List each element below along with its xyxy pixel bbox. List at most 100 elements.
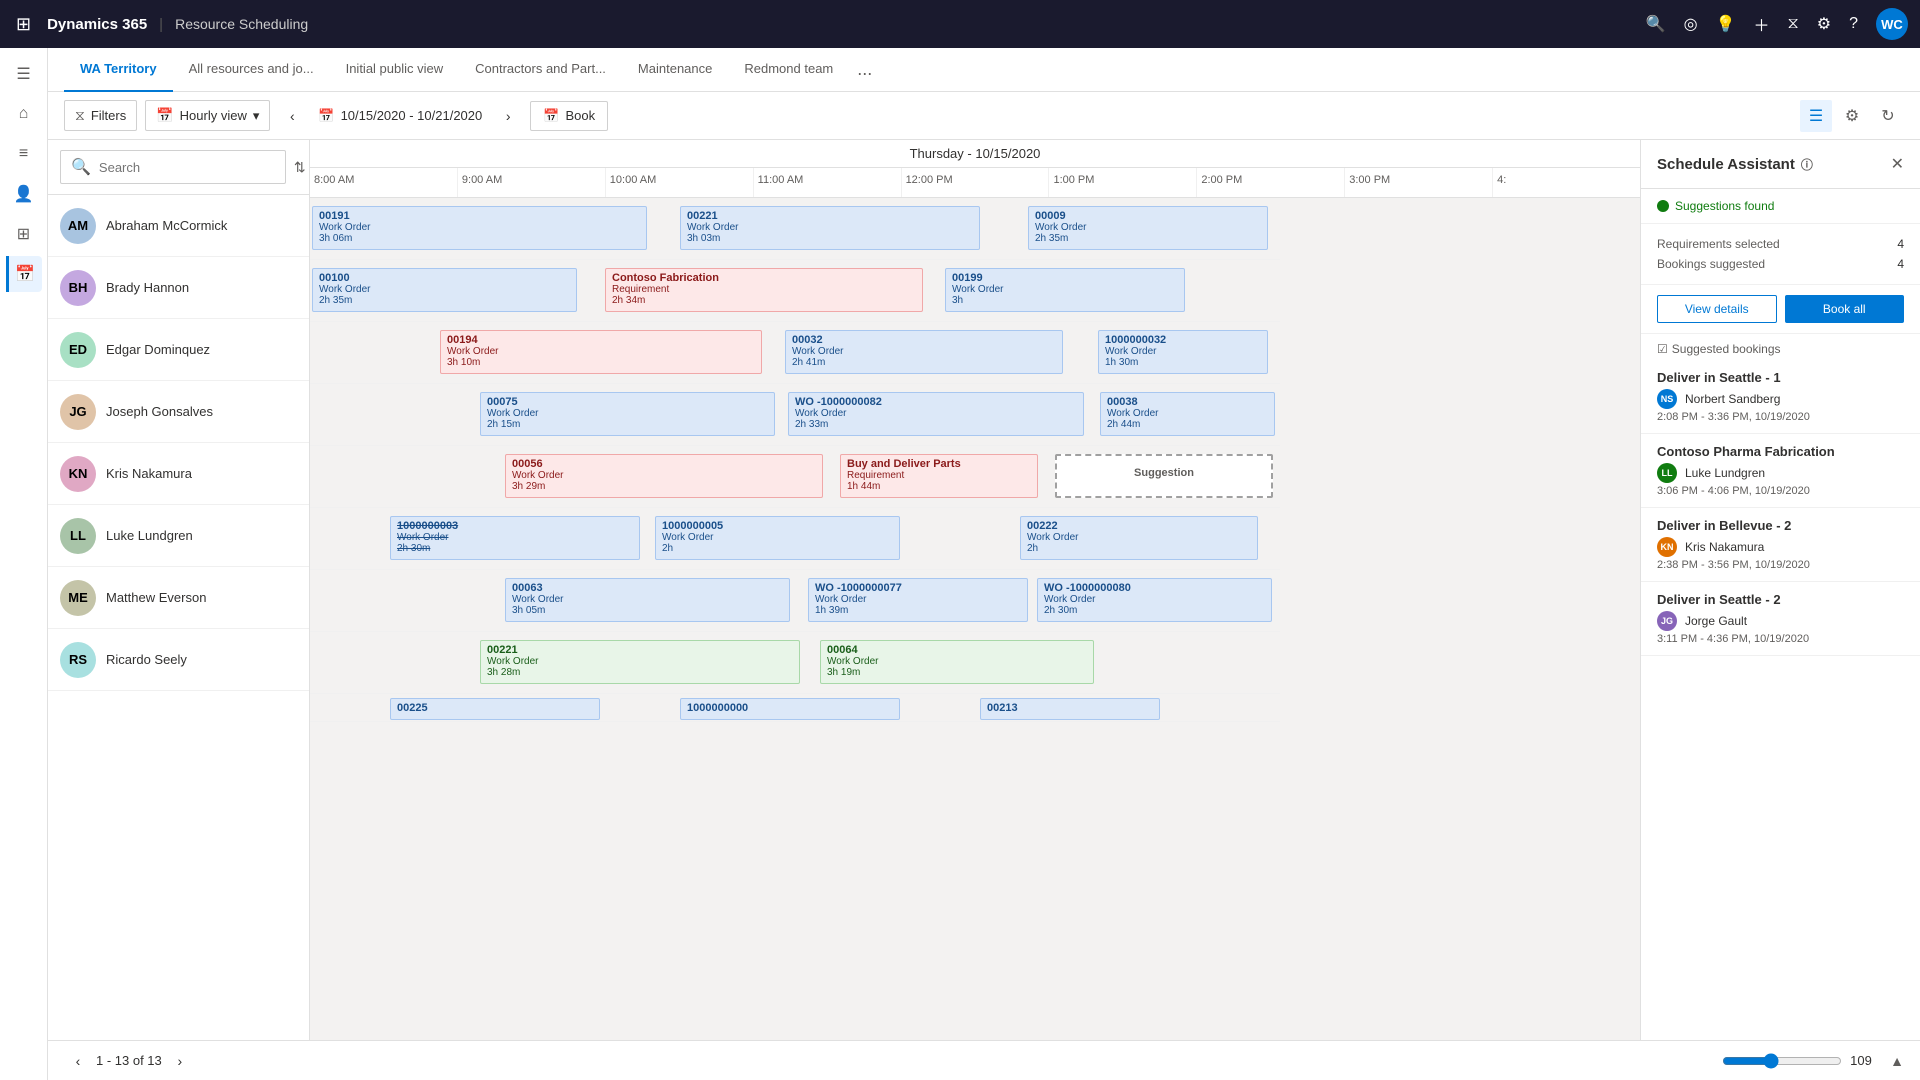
booking-block[interactable]: 1000000032 Work Order 1h 30m xyxy=(1098,330,1268,374)
resource-name: Brady Hannon xyxy=(106,280,189,295)
hour-cell-8: 8:00 AM xyxy=(310,168,458,197)
list-view-button[interactable]: ☰ xyxy=(1800,100,1832,132)
settings-icon[interactable]: ⚙ xyxy=(1817,14,1831,34)
next-page-button[interactable]: › xyxy=(166,1047,194,1075)
hour-cell-12: 12:00 PM xyxy=(902,168,1050,197)
booking-block[interactable]: 00100 Work Order 2h 35m xyxy=(312,268,577,312)
user-avatar[interactable]: WC xyxy=(1876,8,1908,40)
booking-block[interactable]: 00221 Work Order 3h 28m xyxy=(480,640,800,684)
booking-block[interactable]: 00063 Work Order 3h 05m xyxy=(505,578,790,622)
filters-button[interactable]: ⧖ Filters xyxy=(64,100,137,131)
booking-block[interactable]: 1000000000 xyxy=(680,698,900,720)
booking-block[interactable]: WO -1000000077 Work Order 1h 39m xyxy=(808,578,1028,622)
timeline-row: 00100 Work Order 2h 35m Contoso Fabricat… xyxy=(310,260,1280,322)
sort-icon[interactable]: ⇅ xyxy=(294,159,306,176)
sidebar-board-icon[interactable]: ⊞ xyxy=(6,216,42,252)
tab-maintenance[interactable]: Maintenance xyxy=(622,48,728,92)
avatar: RS xyxy=(60,642,96,678)
settings-view-button[interactable]: ⚙ xyxy=(1836,100,1868,132)
timeline-row: 00075 Work Order 2h 15m WO -1000000082 W… xyxy=(310,384,1280,446)
resource-name: Abraham McCormick xyxy=(106,218,227,233)
close-button[interactable]: ✕ xyxy=(1891,154,1904,174)
add-icon[interactable]: ＋ xyxy=(1754,12,1770,36)
suggestion-item[interactable]: Deliver in Seattle - 2 JG Jorge Gault 3:… xyxy=(1641,582,1920,656)
sidebar-calendar-icon[interactable]: 📅 xyxy=(6,256,42,292)
resource-name: Matthew Everson xyxy=(106,590,206,605)
suggestion-item[interactable]: Deliver in Bellevue - 2 KN Kris Nakamura… xyxy=(1641,508,1920,582)
book-button[interactable]: 📅 Book xyxy=(530,101,608,131)
booking-id: 1000000003 xyxy=(397,520,633,532)
sidebar-menu-icon[interactable]: ☰ xyxy=(6,56,42,92)
booking-block[interactable]: 00038 Work Order 2h 44m xyxy=(1100,392,1275,436)
search-icon[interactable]: 🔍 xyxy=(1646,14,1666,34)
list-item[interactable]: LL Luke Lundgren xyxy=(48,505,309,567)
tab-redmond[interactable]: Redmond team xyxy=(728,48,849,92)
list-item[interactable]: JG Joseph Gonsalves xyxy=(48,381,309,443)
help-icon[interactable]: ? xyxy=(1849,15,1858,33)
tab-initial-public[interactable]: Initial public view xyxy=(330,48,460,92)
sidebar-list-icon[interactable]: ≡ xyxy=(6,136,42,172)
brand-name: Dynamics 365 xyxy=(47,16,147,33)
timeline-body[interactable]: 00191 Work Order 3h 06m 00221 Work Order… xyxy=(310,198,1640,1040)
booking-block[interactable]: 00064 Work Order 3h 19m xyxy=(820,640,1094,684)
tab-more[interactable]: ... xyxy=(849,59,880,80)
metric-book-value: 4 xyxy=(1897,257,1904,271)
booking-block[interactable]: WO -1000000080 Work Order 2h 30m xyxy=(1037,578,1272,622)
search-input[interactable] xyxy=(99,160,275,175)
list-item[interactable]: RS Ricardo Seely xyxy=(48,629,309,691)
booking-block[interactable]: 00075 Work Order 2h 15m xyxy=(480,392,775,436)
next-date-button[interactable]: › xyxy=(494,102,522,130)
booking-block[interactable]: 00222 Work Order 2h xyxy=(1020,516,1258,560)
booking-block[interactable]: 00194 Work Order 3h 10m xyxy=(440,330,762,374)
booking-block[interactable]: WO -1000000082 Work Order 2h 33m xyxy=(788,392,1084,436)
tab-contractors[interactable]: Contractors and Part... xyxy=(459,48,622,92)
booking-block[interactable]: 00056 Work Order 3h 29m xyxy=(505,454,823,498)
list-item[interactable]: BH Brady Hannon xyxy=(48,257,309,319)
schedule-assistant-panel: Schedule Assistant ⓘ ✕ ✓ Suggestions fou… xyxy=(1640,140,1920,1040)
waffle-icon[interactable]: ⊞ xyxy=(12,10,35,39)
list-item[interactable]: ME Matthew Everson xyxy=(48,567,309,629)
expand-icon[interactable]: ▲ xyxy=(1890,1053,1904,1069)
book-all-button[interactable]: Book all xyxy=(1785,295,1905,323)
filters-label: Filters xyxy=(91,108,126,123)
suggestion-person: JG Jorge Gault xyxy=(1657,611,1904,631)
suggestion-item[interactable]: Contoso Pharma Fabrication LL Luke Lundg… xyxy=(1641,434,1920,508)
prev-page-button[interactable]: ‹ xyxy=(64,1047,92,1075)
prev-date-button[interactable]: ‹ xyxy=(278,102,306,130)
tab-wa-territory[interactable]: WA Territory xyxy=(64,48,173,92)
target-icon[interactable]: ◎ xyxy=(1684,14,1698,34)
booking-block[interactable]: 00032 Work Order 2h 41m xyxy=(785,330,1063,374)
booking-block[interactable]: 00199 Work Order 3h xyxy=(945,268,1185,312)
suggestion-block[interactable]: Suggestion xyxy=(1055,454,1273,498)
list-item[interactable]: AM Abraham McCormick xyxy=(48,195,309,257)
view-details-button[interactable]: View details xyxy=(1657,295,1777,323)
zoom-slider[interactable] xyxy=(1722,1053,1842,1069)
calendar-range-icon: 📅 xyxy=(318,108,334,124)
refresh-button[interactable]: ↻ xyxy=(1872,100,1904,132)
booking-block[interactable]: 00225 xyxy=(390,698,600,720)
booking-block[interactable]: 00191 Work Order 3h 06m xyxy=(312,206,647,250)
booking-block[interactable]: Contoso Fabrication Requirement 2h 34m xyxy=(605,268,923,312)
top-bar-icons: 🔍 ◎ 💡 ＋ ⧖ ⚙ ? WC xyxy=(1646,8,1908,40)
booking-duration: 3h 03m xyxy=(687,233,973,244)
booking-block[interactable]: 00009 Work Order 2h 35m xyxy=(1028,206,1268,250)
booking-block[interactable]: Buy and Deliver Parts Requirement 1h 44m xyxy=(840,454,1038,498)
list-item[interactable]: KN Kris Nakamura xyxy=(48,443,309,505)
booking-block[interactable]: 00221 Work Order 3h 03m xyxy=(680,206,980,250)
booking-block[interactable]: 1000000005 Work Order 2h xyxy=(655,516,900,560)
suggestion-item[interactable]: Deliver in Seattle - 1 NS Norbert Sandbe… xyxy=(1641,360,1920,434)
suggestion-name: Luke Lundgren xyxy=(1685,466,1765,480)
list-item[interactable]: ED Edgar Dominquez xyxy=(48,319,309,381)
booking-block[interactable]: 00213 xyxy=(980,698,1160,720)
sidebar-home-icon[interactable]: ⌂ xyxy=(6,96,42,132)
date-range-display[interactable]: 📅 10/15/2020 - 10/21/2020 xyxy=(310,104,490,128)
avatar: JG xyxy=(60,394,96,430)
assistant-info-icon[interactable]: ⓘ xyxy=(1801,156,1813,173)
hourly-view-button[interactable]: 📅 Hourly view ▾ xyxy=(145,100,270,131)
tab-all-resources[interactable]: All resources and jo... xyxy=(173,48,330,92)
sidebar-people-icon[interactable]: 👤 xyxy=(6,176,42,212)
booking-block[interactable]: 1000000003 Work Order 2h 30m xyxy=(390,516,640,560)
booking-duration: 2h 30m xyxy=(1044,605,1265,616)
filter-icon[interactable]: ⧖ xyxy=(1788,15,1799,33)
lightbulb-icon[interactable]: 💡 xyxy=(1716,14,1736,34)
